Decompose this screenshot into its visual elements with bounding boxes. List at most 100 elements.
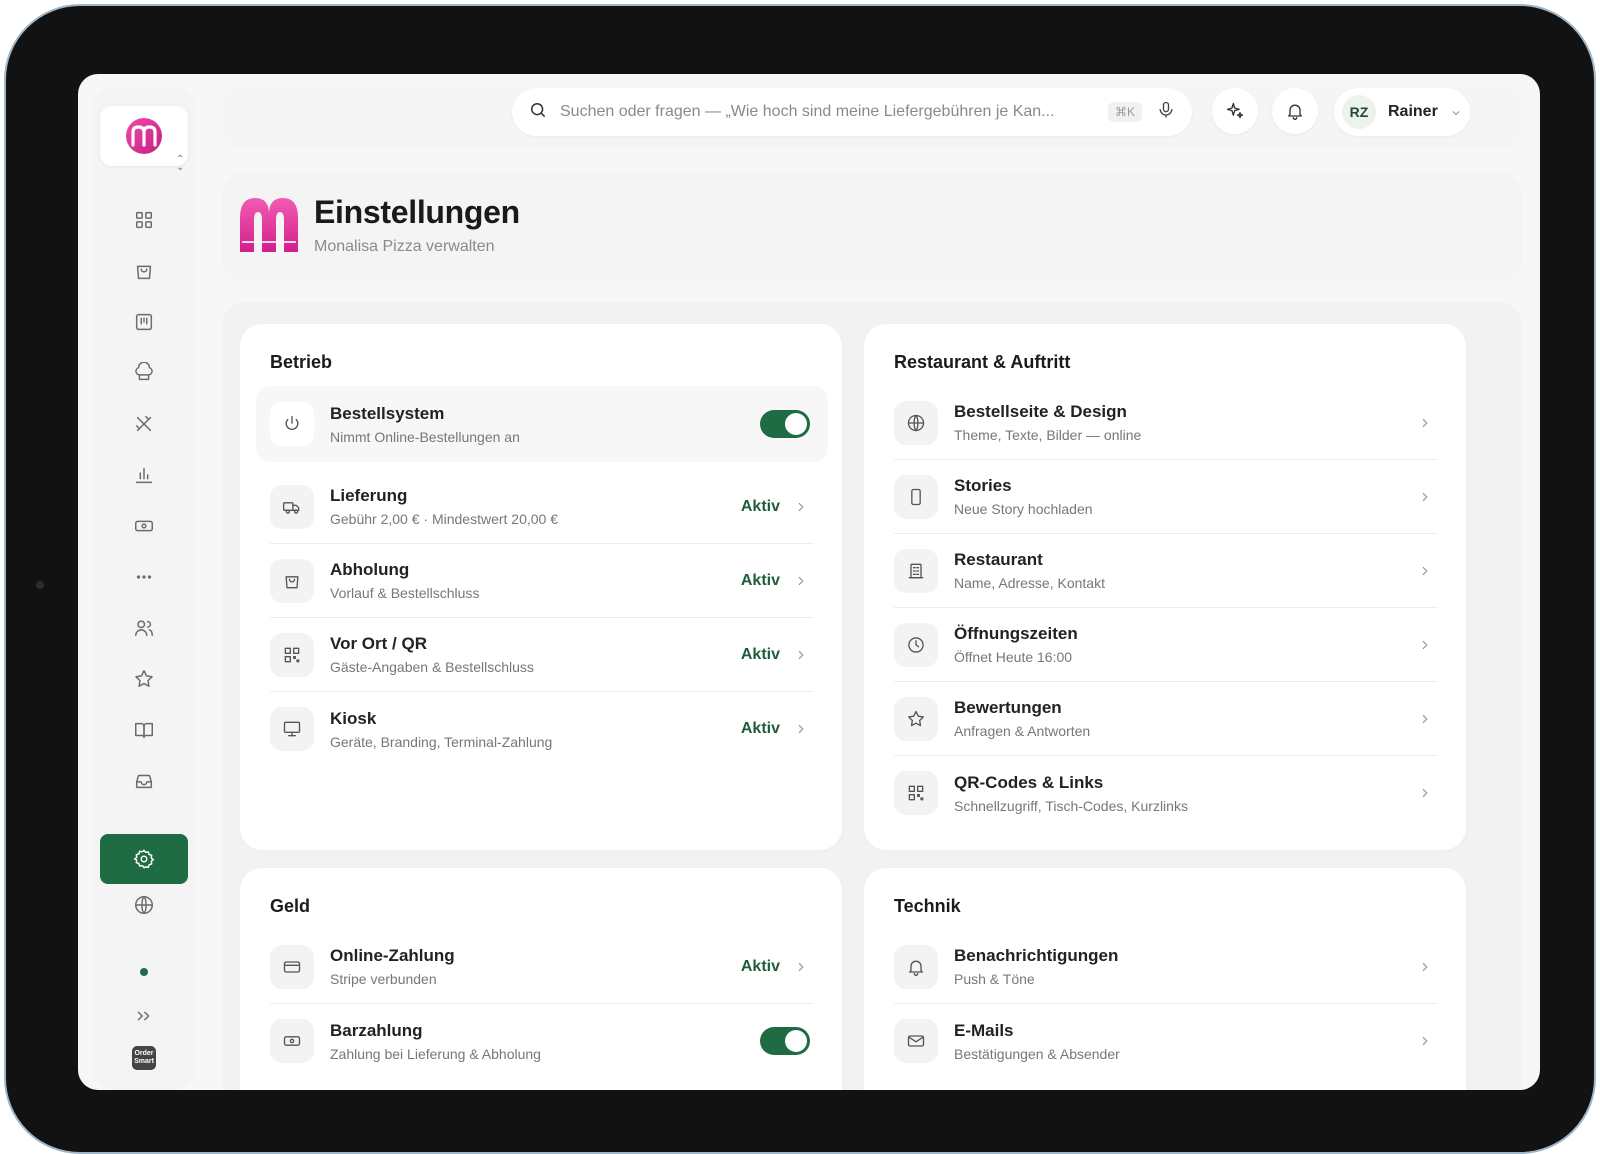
row-subtitle: Gebühr 2,00 € · Mindestwert 20,00 €: [330, 511, 559, 527]
cash-icon: [270, 1019, 314, 1063]
row-title: Stories: [954, 476, 1012, 495]
row-restaurant[interactable]: Restaurant Name, Adresse, Kontakt: [894, 534, 1438, 608]
brand-logo-icon: [126, 118, 162, 154]
nav-orders[interactable]: [92, 249, 196, 293]
card-restaurant: Restaurant & Auftritt Bestellseite & Des…: [864, 324, 1466, 850]
row-abholung[interactable]: Abholung Vorlauf & Bestellschluss Aktiv: [270, 544, 814, 618]
gear-icon: [133, 849, 155, 869]
chevron-right-icon: [1418, 960, 1432, 974]
more-icon: [136, 575, 152, 579]
chevron-right-icon: [1418, 564, 1432, 578]
sparkle-icon: [1226, 102, 1244, 119]
row-subtitle: Öffnet Heute 16:00: [954, 649, 1073, 665]
row-subtitle: Bestätigungen & Absender: [954, 1045, 1120, 1062]
microphone-icon[interactable]: [1156, 100, 1176, 125]
bar-chart-icon: [135, 467, 153, 484]
chevron-right-icon: [1418, 416, 1432, 430]
qr-icon: [894, 771, 938, 815]
row-bewertungen[interactable]: Bewertungen Anfragen & Antworten: [894, 682, 1438, 756]
row-kiosk[interactable]: Kiosk Geräte, Branding, Terminal-Zahlung …: [270, 692, 814, 766]
card-technik: Technik Benachrichtigungen Push & Töne E-…: [864, 868, 1466, 1090]
chevrons-right-icon: [137, 1011, 150, 1021]
chevron-right-icon: [1418, 638, 1432, 652]
row-e-mails[interactable]: E-Mails Bestätigungen & Absender: [894, 1004, 1438, 1078]
row-title: Online-Zahlung: [330, 946, 455, 965]
row-bestellsystem[interactable]: Bestellsystem Nimmt Online-Bestellungen a…: [256, 386, 828, 462]
nav-settings[interactable]: [100, 834, 188, 884]
workspace-switcher[interactable]: [100, 106, 188, 166]
bag-icon: [270, 558, 314, 603]
status-badge: Aktiv: [740, 957, 780, 975]
nav-expand[interactable]: [92, 994, 196, 1038]
shortcut-hint: ⌘K: [1107, 102, 1142, 122]
mail-icon: [894, 1019, 938, 1063]
notifications-button[interactable]: [1272, 88, 1318, 134]
globe-icon: [135, 896, 153, 914]
qr-icon: [270, 632, 314, 677]
row-subtitle: Name, Adresse, Kontakt: [954, 575, 1105, 591]
ai-assistant-button[interactable]: [1212, 88, 1258, 134]
cash-icon: [135, 520, 153, 532]
row-title: Vor Ort / QR: [330, 634, 427, 653]
nav-reviews[interactable]: [92, 657, 196, 701]
user-name: Rainer: [1388, 103, 1438, 120]
chevron-right-icon: [1418, 712, 1432, 726]
row-title: QR-Codes & Links: [954, 772, 1104, 792]
truck-icon: [270, 484, 314, 529]
shopping-bag-icon: [136, 265, 152, 280]
nav-more[interactable]: [92, 555, 196, 599]
row-subtitle: Neue Story hochladen: [954, 501, 1093, 517]
star-icon: [894, 696, 938, 741]
card-title: Restaurant & Auftritt: [894, 352, 1071, 372]
status-badge: Aktiv: [740, 571, 780, 589]
row-online-zahlung[interactable]: Online-Zahlung Stripe verbunden Aktiv: [270, 930, 814, 1004]
bestellsystem-toggle[interactable]: [760, 410, 810, 438]
menu-board-icon: [135, 313, 153, 331]
nav-dashboard[interactable]: [92, 198, 196, 242]
restaurant-logo-icon: [240, 198, 298, 252]
nav-analytics[interactable]: [92, 453, 196, 497]
nav-website[interactable]: [92, 883, 196, 927]
clock-icon: [894, 622, 938, 667]
nav-guides[interactable]: [92, 708, 196, 752]
nav-payments[interactable]: [92, 504, 196, 548]
status-dot: [140, 968, 148, 976]
row-subtitle: Nimmt Online-Bestellungen an: [330, 428, 520, 445]
nav-menu[interactable]: [92, 300, 196, 344]
search-input[interactable]: [560, 103, 1108, 121]
nav-customers[interactable]: [92, 606, 196, 650]
search-icon: [528, 100, 548, 125]
nav-products[interactable]: [92, 402, 196, 446]
chevron-right-icon: [1418, 490, 1432, 504]
row-qr-codes-links[interactable]: QR-Codes & Links Schnellzugriff, Tisch-Co…: [894, 756, 1438, 830]
chevron-right-icon: [1418, 1034, 1432, 1048]
bell-icon: [894, 944, 938, 989]
chevron-right-icon: [1418, 786, 1432, 800]
search-bar[interactable]: ⌘K: [512, 88, 1192, 136]
credit-card-icon: [270, 944, 314, 989]
user-menu[interactable]: RZ Rainer: [1334, 88, 1470, 136]
avatar: RZ: [1342, 95, 1376, 129]
row-bestellseite-design[interactable]: Bestellseite & Design Theme, Texte, Bilde…: [894, 386, 1438, 460]
monitor-icon: [270, 707, 314, 751]
power-icon: [270, 402, 314, 446]
card-title: Technik: [894, 896, 961, 916]
card-title: Geld: [270, 896, 311, 916]
row-oeffnungszeiten[interactable]: Öffnungszeiten Öffnet Heute 16:00: [894, 608, 1438, 682]
row-lieferung[interactable]: Lieferung Gebühr 2,00 € · Mindestwert 20,…: [270, 470, 814, 544]
row-benachrichtigungen[interactable]: Benachrichtigungen Push & Töne: [894, 930, 1438, 1004]
row-vor-ort-qr[interactable]: Vor Ort / QR Gäste-Angaben & Bestellschlu…: [270, 618, 814, 692]
row-title: Abholung: [330, 560, 410, 579]
row-stories[interactable]: Stories Neue Story hochladen: [894, 460, 1438, 534]
row-title: Bestellseite & Design: [954, 402, 1127, 421]
status-badge: Aktiv: [740, 645, 780, 663]
nav-kitchen[interactable]: [92, 351, 196, 395]
row-subtitle: Theme, Texte, Bilder — online: [954, 427, 1142, 443]
row-title: Bestellsystem: [330, 403, 445, 423]
order-smart-logo: Order Smart: [132, 1046, 156, 1070]
barzahlung-toggle[interactable]: [760, 1027, 810, 1055]
row-barzahlung[interactable]: Barzahlung Zahlung bei Lieferung & Abholu…: [270, 1004, 814, 1078]
users-icon: [135, 620, 153, 637]
chevron-right-icon: [794, 574, 808, 588]
nav-inbox[interactable]: [92, 759, 196, 803]
